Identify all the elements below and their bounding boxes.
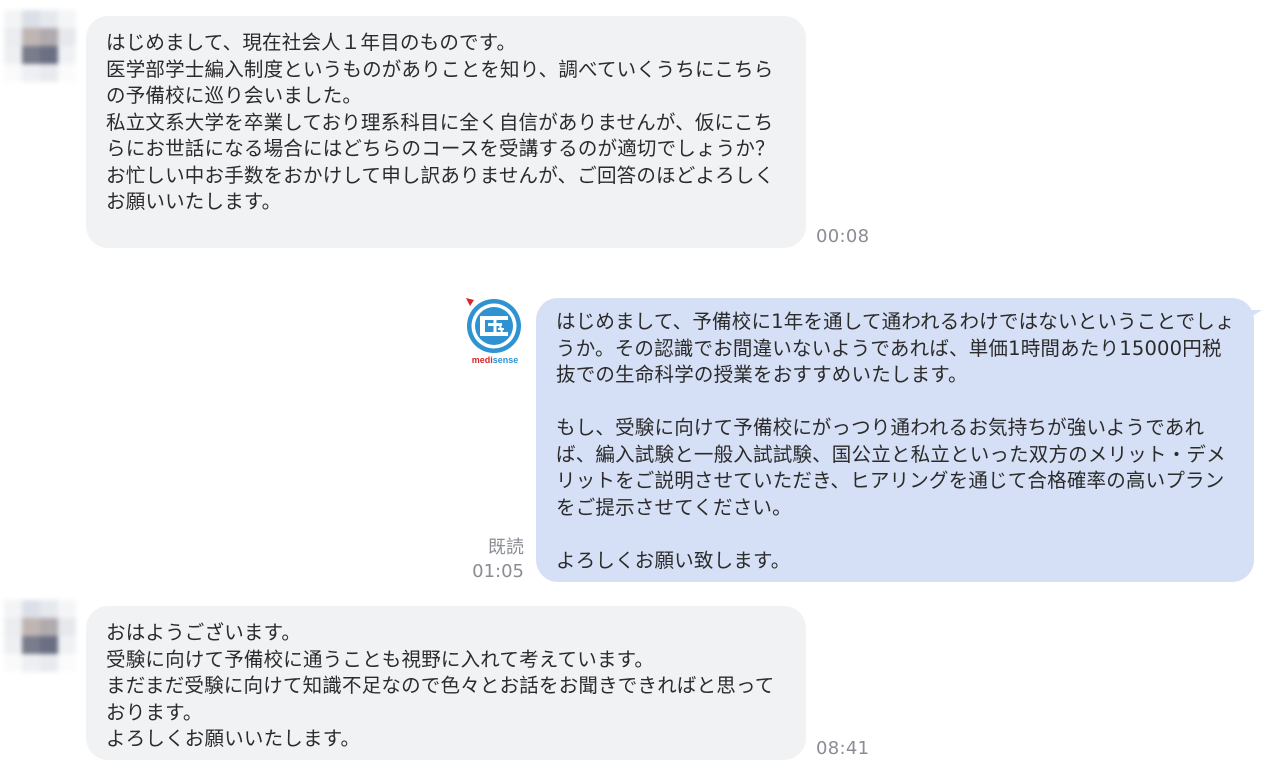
message-bubble-incoming[interactable]: おはようございます。 受験に向けて予備校に通うことも視野に入れて考えています。 …: [86, 606, 806, 760]
medisense-logo-text: medisense: [471, 355, 519, 365]
medisense-logo-icon: [466, 298, 521, 353]
message-bubble-outgoing[interactable]: はじめまして、予備校に1年を通して通われるわけではないということでしょうか。その…: [536, 298, 1262, 582]
message-timestamp: 00:08: [816, 226, 870, 247]
message-timestamp: 01:05: [472, 561, 524, 582]
message-bubble-incoming[interactable]: はじめまして、現在社会人１年目のものです。 医学部学士編入制度というものがありこ…: [86, 16, 806, 248]
user-avatar[interactable]: [4, 600, 76, 672]
medisense-logo[interactable]: medisense: [464, 296, 526, 372]
read-receipt-label: 既読: [488, 537, 524, 558]
user-avatar[interactable]: [4, 10, 76, 82]
message-timestamp: 08:41: [816, 738, 870, 759]
